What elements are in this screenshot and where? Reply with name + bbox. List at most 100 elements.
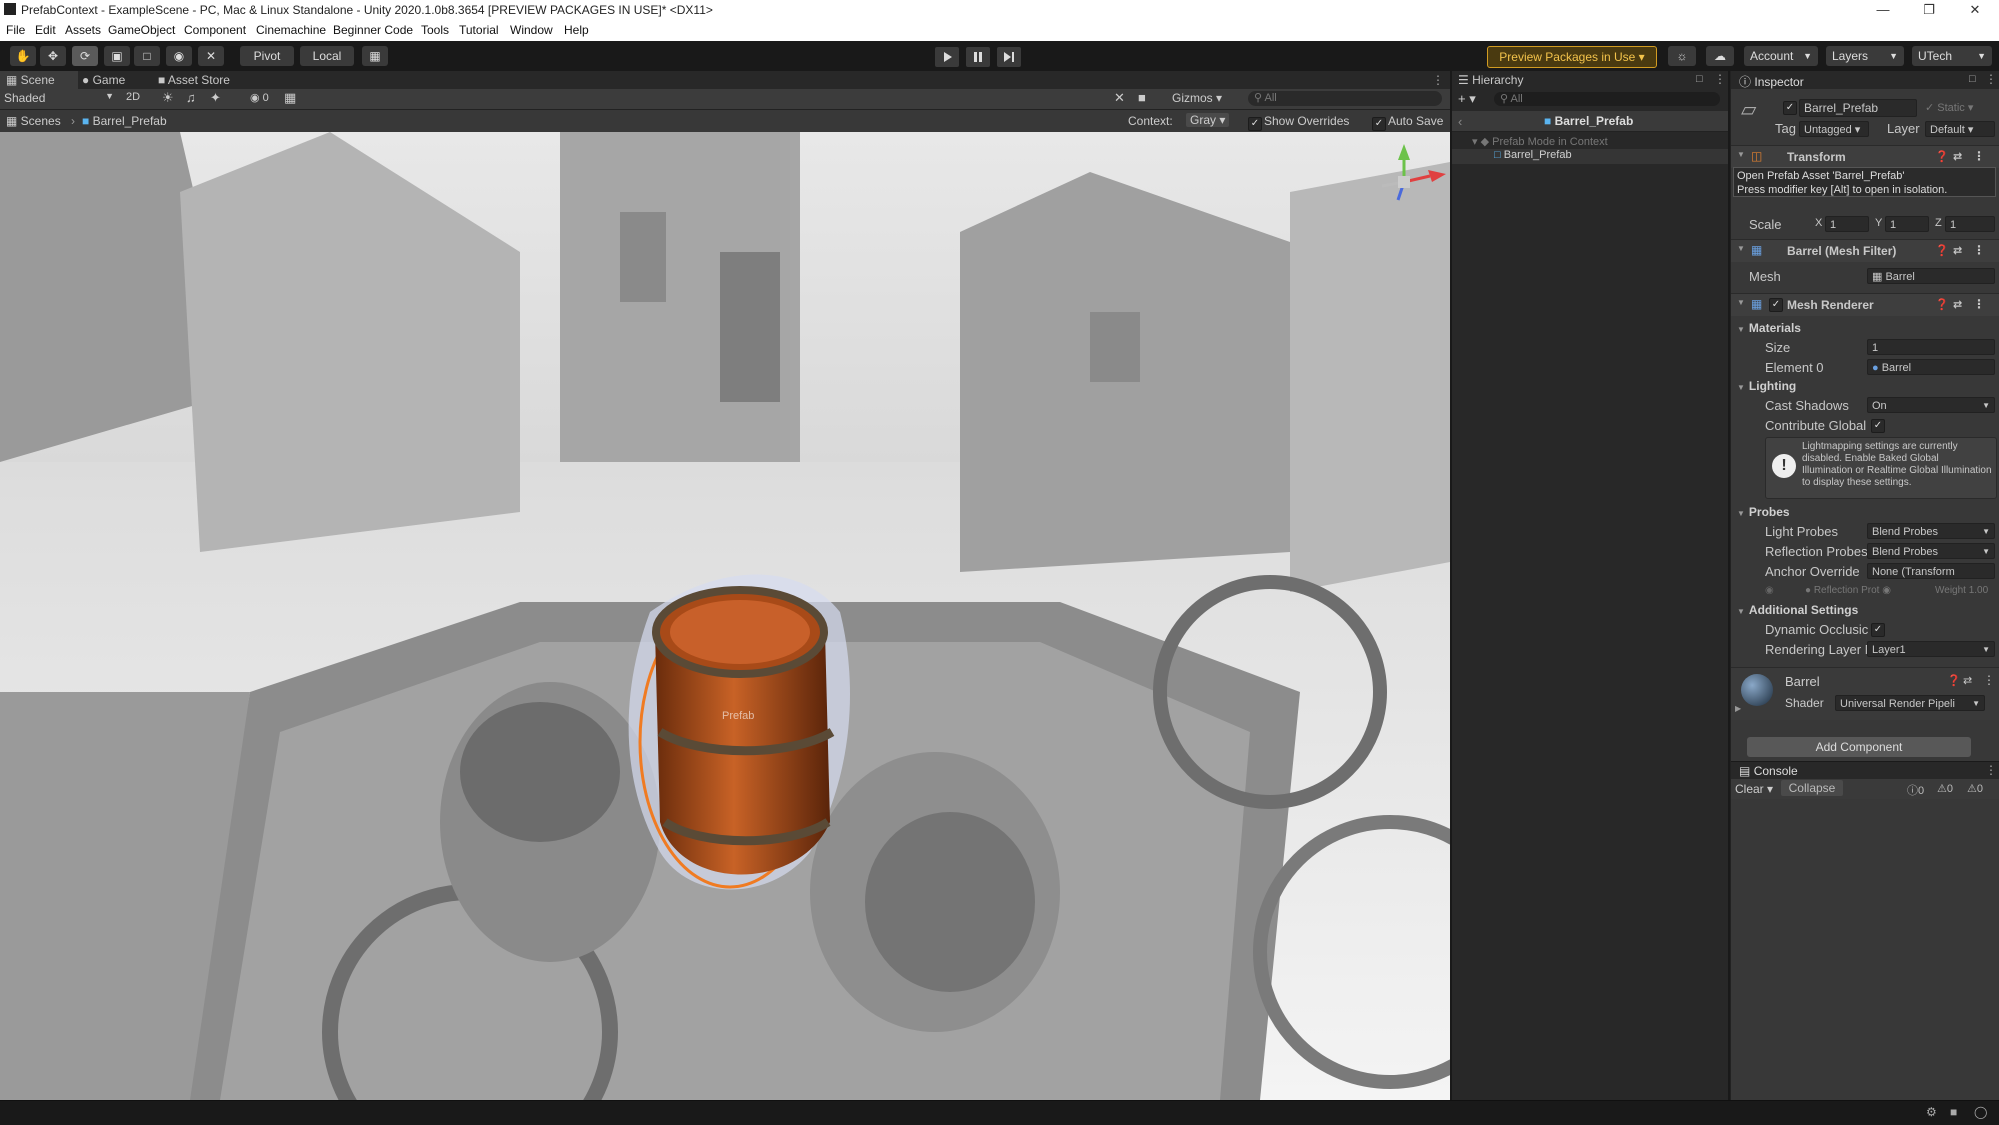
kebab-menu-icon[interactable]: ⋮ <box>1714 72 1726 86</box>
menu-gameobject[interactable]: GameObject <box>108 23 175 37</box>
kebab-menu-icon[interactable]: ⋮ <box>1973 243 1985 257</box>
kebab-menu-icon[interactable]: ⋮ <box>1985 763 1997 777</box>
preview-packages-button[interactable]: Preview Packages in Use ▾ <box>1487 46 1657 68</box>
scale-y-field[interactable]: 1 <box>1885 216 1929 232</box>
layout-dropdown[interactable]: UTech ▼ <box>1912 46 1992 66</box>
clear-button[interactable]: Clear ▾ <box>1735 782 1773 796</box>
rect-tool-icon[interactable]: □ <box>134 46 160 66</box>
object-name-input[interactable]: Barrel_Prefab <box>1799 99 1917 117</box>
breadcrumb-prefab[interactable]: ■ Barrel_Prefab <box>82 114 167 128</box>
tab-scene[interactable]: ▦ Scene <box>0 71 78 89</box>
bug-icon[interactable]: ⚙ <box>1926 1105 1937 1119</box>
context-dropdown[interactable]: Gray ▾ <box>1186 113 1230 127</box>
scale-z-field[interactable]: 1 <box>1945 216 1995 232</box>
preset-icon[interactable]: ⇄ <box>1953 150 1962 163</box>
preset-icon[interactable]: ⇄ <box>1963 674 1972 687</box>
rotate-tool-icon[interactable]: ⟳ <box>72 46 98 66</box>
shading-mode-dropdown[interactable]: Shaded ▼ <box>4 91 114 107</box>
mesh-object-field[interactable]: ▦ Barrel <box>1867 268 1995 284</box>
menu-beginner-code[interactable]: Beginner Code <box>333 23 413 37</box>
rendering-layer-dropdown[interactable]: Layer1 ▼ <box>1867 641 1995 657</box>
preset-icon[interactable]: ⇄ <box>1953 244 1962 257</box>
list-item[interactable]: ▾ ◆ Prefab Mode in Context <box>1472 135 1608 148</box>
tab-game[interactable]: ● Game <box>76 71 150 89</box>
minimize-button[interactable]: — <box>1860 0 1906 20</box>
pivot-toggle[interactable]: Pivot <box>240 46 294 66</box>
hand-tool-icon[interactable]: ✋ <box>10 46 36 66</box>
lock-icon[interactable]: □ <box>1696 73 1703 85</box>
static-toggle[interactable]: ✓ Static ▾ <box>1925 101 1973 114</box>
menu-assets[interactable]: Assets <box>65 23 101 37</box>
tab-asset-store[interactable]: ■ Asset Store <box>152 71 254 89</box>
move-tool-icon[interactable]: ✥ <box>40 46 66 66</box>
error-count-toggle[interactable]: ⚠0 <box>1967 782 1983 795</box>
help-icon[interactable]: ❓ <box>1935 244 1949 257</box>
mesh-renderer-component-header[interactable]: ▼ ▦ ✓ Mesh Renderer ❓ ⇄ ⋮ <box>1731 293 1999 316</box>
auto-save-checkbox[interactable]: ✓ <box>1372 115 1386 131</box>
transform-component-header[interactable]: ▼ ◫ Transform ❓ ⇄ ⋮ <box>1731 145 1999 168</box>
hierarchy-tab[interactable]: ☰ Hierarchy □ ⋮ <box>1452 71 1728 89</box>
menu-window[interactable]: Window <box>510 23 553 37</box>
maximize-button[interactable]: ❐ <box>1906 0 1952 20</box>
audio-toggle-icon[interactable]: ♫ <box>186 90 196 105</box>
back-arrow-icon[interactable]: ‹ <box>1458 114 1462 129</box>
console-log-area[interactable] <box>1731 799 1999 1100</box>
dynamic-occlusion-checkbox[interactable]: ✓ <box>1871 623 1885 637</box>
camera-icon[interactable]: ■ <box>1138 90 1146 105</box>
scale-x-field[interactable]: 1 <box>1825 216 1869 232</box>
warning-count-toggle[interactable]: ⚠0 <box>1937 782 1953 795</box>
tag-dropdown[interactable]: Untagged ▾ <box>1799 121 1869 137</box>
add-component-button[interactable]: Add Component <box>1747 737 1971 757</box>
progress-icon[interactable]: ◯ <box>1974 1105 1987 1119</box>
collab-icon[interactable]: ☼ <box>1668 46 1696 66</box>
help-icon[interactable]: ❓ <box>1935 298 1949 311</box>
layers-dropdown[interactable]: Layers ▼ <box>1826 46 1904 66</box>
active-checkbox[interactable]: ✓ <box>1783 101 1797 115</box>
show-overrides-checkbox[interactable]: ✓ <box>1248 115 1262 131</box>
contribute-global-checkbox[interactable]: ✓ <box>1871 419 1885 433</box>
breadcrumb-scenes[interactable]: ▦ Scenes <box>6 114 61 128</box>
reflection-probes-dropdown[interactable]: Blend Probes ▼ <box>1867 543 1995 559</box>
info-count-toggle[interactable]: ⓘ0 <box>1907 782 1924 798</box>
lock-icon[interactable]: □ <box>1969 73 1976 85</box>
pause-button[interactable] <box>966 47 990 67</box>
menu-tools[interactable]: Tools <box>421 23 449 37</box>
menu-component[interactable]: Component <box>184 23 246 37</box>
layer-dropdown[interactable]: Default ▾ <box>1925 121 1995 137</box>
scene-search-input[interactable]: ⚲ All <box>1248 91 1442 106</box>
scale-tool-icon[interactable]: ▣ <box>104 46 130 66</box>
lighting-toggle-icon[interactable]: ☀ <box>162 90 174 106</box>
collapse-toggle[interactable]: Collapse <box>1781 780 1843 796</box>
play-button[interactable] <box>935 47 959 67</box>
preset-icon[interactable]: ⇄ <box>1953 298 1962 311</box>
account-dropdown[interactable]: Account ▼ <box>1744 46 1818 66</box>
transform-tool-icon[interactable]: ◉ <box>166 46 192 66</box>
size-field[interactable]: 1 <box>1867 339 1995 355</box>
cloud-icon[interactable]: ☁ <box>1706 46 1734 66</box>
probes-foldout[interactable]: ▼ Probes <box>1737 505 1790 519</box>
grid-snap-icon[interactable]: ▦ <box>362 46 388 66</box>
close-button[interactable]: ✕ <box>1952 0 1998 20</box>
additional-settings-foldout[interactable]: ▼ Additional Settings <box>1737 603 1858 617</box>
list-item[interactable]: □ Barrel_Prefab <box>1494 149 1572 161</box>
mesh-renderer-enabled-checkbox[interactable]: ✓ <box>1769 298 1783 312</box>
menu-cinemachine[interactable]: Cinemachine <box>256 23 326 37</box>
local-toggle[interactable]: Local <box>300 46 354 66</box>
shader-dropdown[interactable]: Universal Render Pipeli ▼ <box>1835 695 1985 711</box>
kebab-menu-icon[interactable]: ⋮ <box>1985 72 1997 86</box>
kebab-menu-icon[interactable]: ⋮ <box>1973 149 1985 163</box>
2d-toggle[interactable]: 2D <box>126 91 140 103</box>
light-probes-dropdown[interactable]: Blend Probes ▼ <box>1867 523 1995 539</box>
kebab-menu-icon[interactable]: ⋮ <box>1973 297 1985 311</box>
step-button[interactable] <box>997 47 1021 67</box>
mesh-filter-component-header[interactable]: ▼ ▦ Barrel (Mesh Filter) ❓ ⇄ ⋮ <box>1731 239 1999 262</box>
materials-foldout[interactable]: ▼ Materials <box>1737 321 1801 335</box>
layout-icon[interactable]: ■ <box>1950 1105 1957 1119</box>
inspector-tab[interactable]: ⓘ Inspector □ ⋮ <box>1731 71 1999 89</box>
material-header[interactable]: ▶ Barrel ❓ ⇄ ⋮ Shader Universal Render P… <box>1731 667 1999 720</box>
menu-edit[interactable]: Edit <box>35 23 56 37</box>
add-object-button[interactable]: + ▾ <box>1458 91 1476 107</box>
console-tab[interactable]: ▤ Console ⋮ <box>1731 761 1999 780</box>
help-icon[interactable]: ❓ <box>1947 674 1961 687</box>
custom-tool-icon[interactable]: ✕ <box>198 46 224 66</box>
